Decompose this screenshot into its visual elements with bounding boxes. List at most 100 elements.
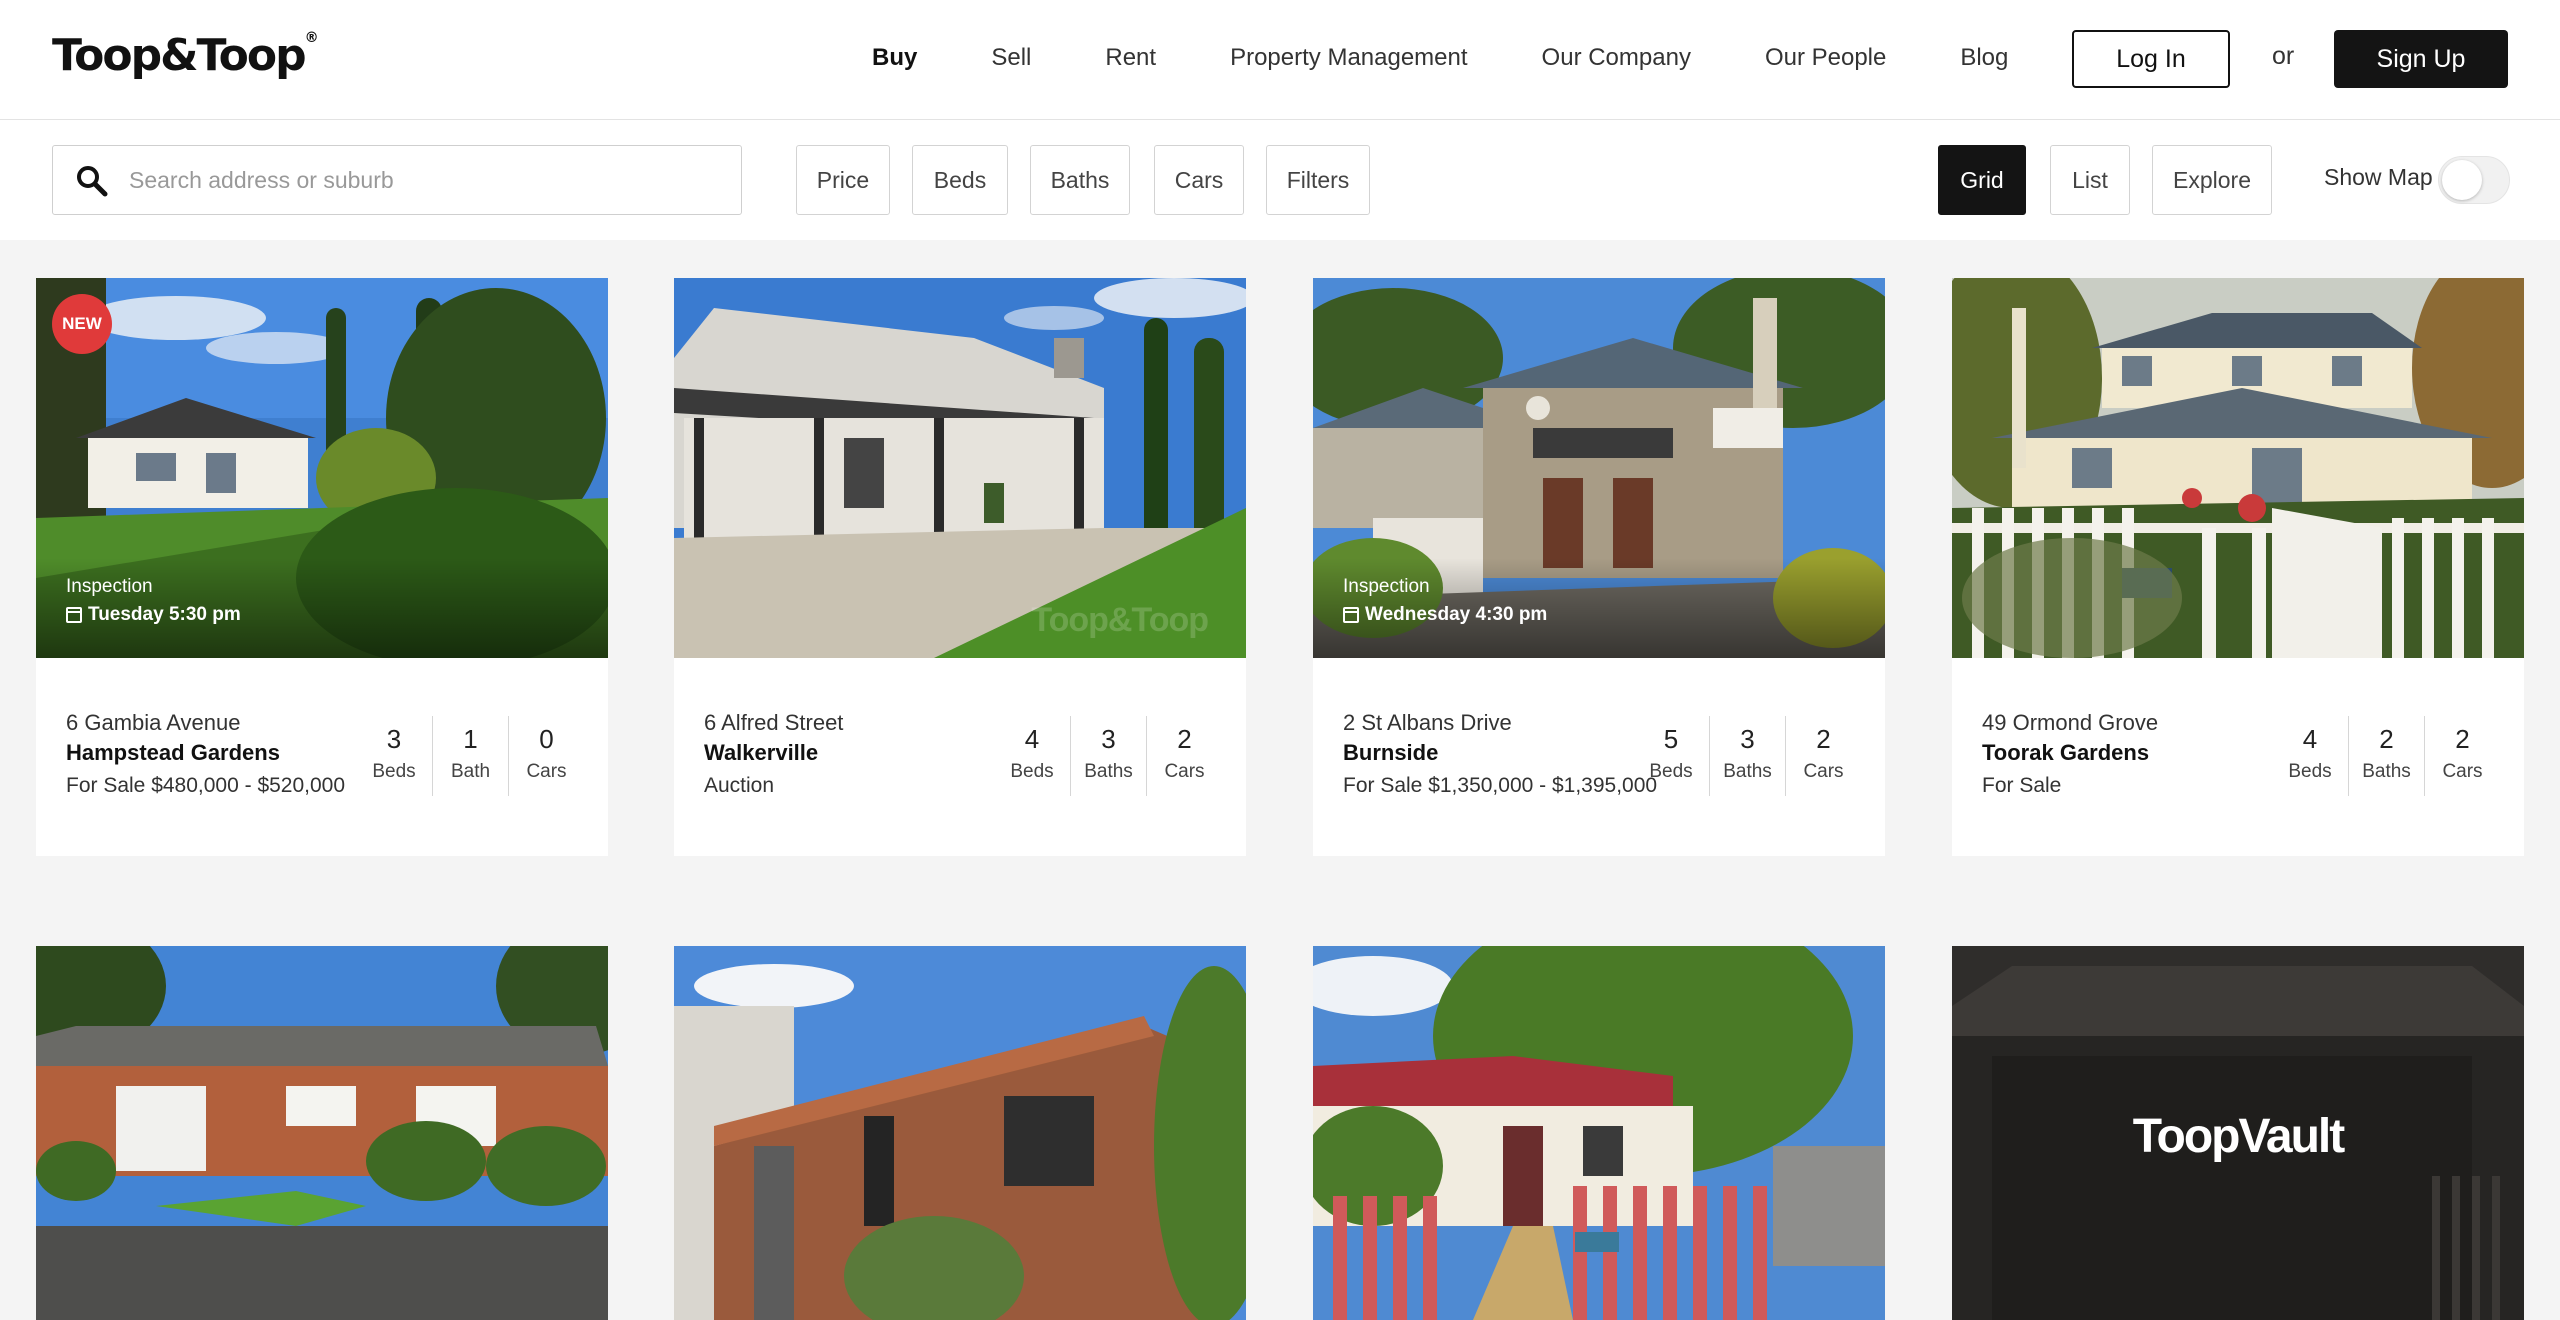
listing-info: 49 Ormond Grove Toorak Gardens For Sale …: [1952, 658, 2524, 856]
toopvault-logo: ToopVault: [2132, 1109, 2345, 1163]
baths-count: 2: [2379, 724, 2394, 754]
listing-card[interactable]: Inspection Wednesday 4:30 pm 2 St Albans…: [1313, 278, 1885, 856]
beds-label: Beds: [372, 761, 416, 782]
listing-card[interactable]: [674, 946, 1246, 1320]
listing-photo[interactable]: Inspection Wednesday 4:30 pm: [1313, 278, 1885, 658]
baths-label: Baths: [1084, 761, 1133, 782]
photo-watermark: Toop&Toop: [1031, 601, 1209, 639]
listing-specs: 4 Beds 2 Baths 2 Cars: [2272, 716, 2500, 796]
inspection-label: Inspection: [1343, 576, 1430, 597]
house-photo-image: [36, 946, 608, 1320]
listing-specs: 4 Beds 3 Baths 2 Cars: [994, 716, 1222, 796]
baths-count: 3: [1740, 724, 1755, 754]
listing-photo[interactable]: [1952, 278, 2524, 658]
inspection-time: Wednesday 4:30 pm: [1365, 604, 1548, 625]
beds-label: Beds: [2288, 761, 2332, 782]
explore-view-button[interactable]: Explore: [2152, 145, 2272, 215]
cars-label: Cars: [2442, 761, 2483, 782]
cars-label: Cars: [526, 761, 567, 782]
listing-status: For Sale $1,350,000 - $1,395,000: [1343, 774, 1658, 797]
listing-suburb: Burnside: [1343, 740, 1439, 765]
brand-logo[interactable]: Toop&Toop®: [52, 30, 319, 81]
nav-sell[interactable]: Sell: [991, 38, 1031, 78]
spec-cars: 2 Cars: [1146, 716, 1222, 796]
spec-beds: 4 Beds: [2272, 716, 2348, 796]
cars-count: 0: [539, 724, 554, 754]
filter-bar: Price Beds Baths Cars Filters Grid List …: [0, 120, 2560, 240]
spec-beds: 5 Beds: [1633, 716, 1709, 796]
search-input[interactable]: [129, 158, 719, 202]
house-photo-image: [1952, 278, 2524, 658]
listing-card[interactable]: NEW Inspection Tuesday 5:30 pm 6 Gambia …: [36, 278, 608, 856]
baths-filter-button[interactable]: Baths: [1030, 145, 1130, 215]
spec-baths: 2 Baths: [2348, 716, 2424, 796]
listing-card[interactable]: Toop&Toop 6 Alfred Street Walkerville Au…: [674, 278, 1246, 856]
registered-mark: ®: [304, 30, 319, 46]
baths-label: Baths: [2362, 761, 2411, 782]
beds-label: Beds: [1010, 761, 1054, 782]
beds-count: 5: [1663, 724, 1679, 754]
house-photo-image: [674, 946, 1246, 1320]
login-button[interactable]: Log In: [2072, 30, 2230, 88]
listing-specs: 3 Beds 1 Bath 0 Cars: [356, 716, 584, 796]
listing-info: 6 Gambia Avenue Hampstead Gardens For Sa…: [36, 658, 608, 856]
listing-card[interactable]: [1313, 946, 1885, 1320]
spec-baths: 1 Bath: [432, 716, 508, 796]
listing-photo[interactable]: NEW Inspection Tuesday 5:30 pm: [36, 278, 608, 658]
baths-count: 1: [463, 724, 478, 754]
inspection-overlay: Inspection Wednesday 4:30 pm: [1343, 576, 1547, 626]
listing-address: 6 Gambia Avenue: [66, 710, 241, 735]
or-separator: or: [2272, 42, 2295, 70]
inspection-time: Tuesday 5:30 pm: [88, 604, 241, 625]
cars-filter-button[interactable]: Cars: [1154, 145, 1244, 215]
toggle-knob: [2442, 160, 2482, 200]
signup-button[interactable]: Sign Up: [2334, 30, 2508, 88]
nav-our-people[interactable]: Our People: [1765, 38, 1886, 78]
listing-photo[interactable]: Toop&Toop: [674, 278, 1246, 658]
cars-label: Cars: [1164, 761, 1205, 782]
beds-count: 3: [386, 724, 402, 754]
calendar-icon: [66, 607, 82, 623]
listing-card[interactable]: [36, 946, 608, 1320]
baths-label: Baths: [1723, 761, 1772, 782]
search-icon: [77, 166, 108, 197]
listing-address: 2 St Albans Drive: [1343, 710, 1512, 735]
main-nav: Buy Sell Rent Property Management Our Co…: [872, 38, 2082, 78]
nav-rent[interactable]: Rent: [1105, 38, 1156, 78]
spec-beds: 3 Beds: [356, 716, 432, 796]
nav-blog[interactable]: Blog: [1960, 38, 2008, 78]
listing-specs: 5 Beds 3 Baths 2 Cars: [1633, 716, 1861, 796]
listing-suburb: Hampstead Gardens: [66, 740, 280, 765]
beds-count: 4: [1024, 724, 1040, 754]
cars-count: 2: [1816, 724, 1831, 754]
calendar-icon: [1343, 607, 1359, 623]
cars-count: 2: [1177, 724, 1192, 754]
show-map-toggle[interactable]: [2438, 156, 2510, 204]
logo-text: Toop&Toop: [52, 30, 307, 81]
listing-photo[interactable]: [1313, 946, 1885, 1320]
listing-suburb: Walkerville: [704, 740, 819, 765]
baths-count: 3: [1101, 724, 1116, 754]
listing-photo[interactable]: [36, 946, 608, 1320]
nav-property-management[interactable]: Property Management: [1230, 38, 1467, 78]
cars-label: Cars: [1803, 761, 1844, 782]
listing-suburb: Toorak Gardens: [1982, 740, 2150, 765]
list-view-button[interactable]: List: [2050, 145, 2130, 215]
vault-card[interactable]: ToopVault: [1952, 946, 2524, 1320]
listing-status: For Sale $480,000 - $520,000: [66, 774, 346, 797]
nav-our-company[interactable]: Our Company: [1542, 38, 1691, 78]
listing-photo[interactable]: [674, 946, 1246, 1320]
spec-cars: 0 Cars: [508, 716, 584, 796]
vault-photo[interactable]: ToopVault: [1952, 946, 2524, 1320]
house-photo-image: [1313, 946, 1885, 1320]
grid-view-button[interactable]: Grid: [1938, 145, 2026, 215]
more-filters-button[interactable]: Filters: [1266, 145, 1370, 215]
spec-baths: 3 Baths: [1709, 716, 1785, 796]
beds-count: 4: [2302, 724, 2318, 754]
new-badge: NEW: [52, 294, 112, 354]
nav-buy[interactable]: Buy: [872, 38, 917, 78]
listing-card[interactable]: 49 Ormond Grove Toorak Gardens For Sale …: [1952, 278, 2524, 856]
beds-filter-button[interactable]: Beds: [912, 145, 1008, 215]
price-filter-button[interactable]: Price: [796, 145, 890, 215]
baths-label: Bath: [450, 761, 491, 782]
